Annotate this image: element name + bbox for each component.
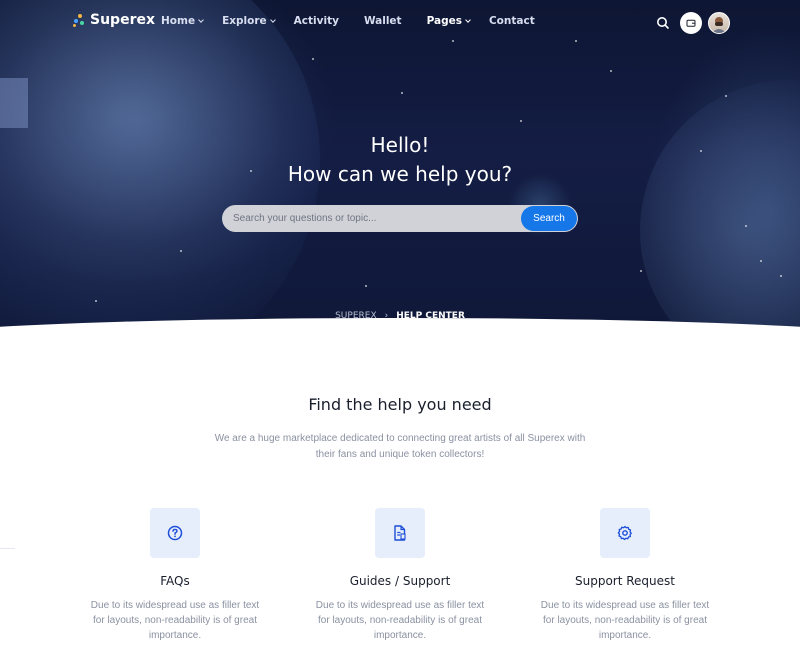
brand-logo[interactable]: Superex [72, 12, 155, 28]
hero-greeting: Hello! [370, 133, 430, 157]
document-icon [394, 525, 406, 541]
chevron-down-icon [465, 16, 471, 23]
card-text: Due to its widespread use as filler text… [315, 600, 485, 641]
help-card-support-request[interactable]: Support Request Due to its widespread us… [535, 508, 715, 643]
hero-bottom-curve [0, 318, 800, 340]
hero-question: How can we help you? [287, 162, 513, 186]
question-circle-icon [167, 525, 183, 541]
card-title: FAQs [160, 574, 190, 588]
menu-item-label: Explore [222, 15, 267, 27]
help-search-bar: Search [222, 205, 578, 232]
card-title: Support Request [575, 574, 675, 588]
menu-item-label: Wallet [363, 15, 402, 27]
brand-name: Superex [90, 12, 155, 28]
section-description: We are a huge marketplace dedicated to c… [214, 433, 586, 460]
section-title: Find the help you need [308, 395, 492, 414]
menu-item-explore[interactable]: Explore [222, 15, 276, 27]
menu-item-home[interactable]: Home [161, 15, 204, 27]
wallet-button[interactable] [680, 12, 702, 34]
menu-item-wallet[interactable]: Wallet [364, 15, 402, 27]
card-icon-box [375, 508, 425, 558]
breadcrumb-current: HELP CENTER [396, 311, 465, 321]
gear-icon [617, 525, 632, 541]
breadcrumb: SUPEREX › HELP CENTER [0, 311, 800, 321]
help-card-faqs[interactable]: FAQs Due to its widespread use as filler… [85, 508, 265, 643]
search-icon[interactable] [652, 12, 674, 34]
card-title: Guides / Support [349, 574, 451, 588]
card-text: Due to its widespread use as filler text… [90, 600, 260, 641]
card-icon-box [150, 508, 200, 558]
menu-item-contact[interactable]: Contact [489, 15, 535, 27]
search-button[interactable]: Search [521, 206, 577, 231]
avatar[interactable] [708, 12, 730, 34]
menu-item-label: Home [161, 15, 196, 27]
menu-item-label: Pages [426, 15, 462, 27]
logo-mark-icon [72, 13, 86, 27]
breadcrumb-home-link[interactable]: SUPEREX [335, 311, 377, 321]
main-menu: Home Explore Activity Wallet Pages Conta… [161, 15, 554, 27]
menu-item-label: Activity [293, 15, 339, 27]
wallet-icon [686, 19, 696, 27]
nav-actions [652, 12, 730, 34]
top-navigation: Superex Home Explore Activity Wallet Pag… [0, 0, 800, 44]
divider [0, 548, 15, 549]
hero-heading: Hello! How can we help you? [0, 131, 800, 189]
search-input[interactable] [222, 205, 522, 232]
card-text: Due to its widespread use as filler text… [540, 600, 710, 641]
chevron-down-icon [269, 16, 276, 23]
menu-item-label: Contact [488, 15, 535, 27]
help-card-guides-support[interactable]: Guides / Support Due to its widespread u… [310, 508, 490, 643]
card-icon-box [600, 508, 650, 558]
menu-item-activity[interactable]: Activity [294, 15, 339, 27]
planet-graphic-secondary [640, 80, 800, 340]
breadcrumb-separator-icon: › [384, 311, 389, 321]
chevron-down-icon [198, 16, 204, 23]
side-panel-tab[interactable] [0, 78, 28, 128]
menu-item-pages[interactable]: Pages [426, 15, 471, 27]
